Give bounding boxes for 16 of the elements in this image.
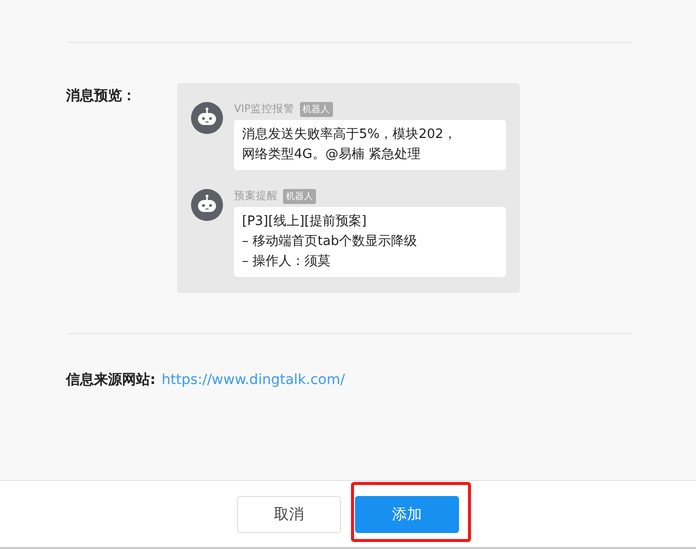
message-line: – 操作人：须莫	[242, 253, 331, 271]
add-button[interactable]: 添加	[355, 496, 459, 532]
field-label: 消息预览：	[66, 87, 137, 106]
robot-tag: 机器人	[300, 102, 333, 116]
cancel-button[interactable]: 取消	[237, 496, 341, 532]
message-line: 网络类型4G。@易楠 紧急处理	[242, 146, 420, 164]
sender-name: 预案提醒	[234, 189, 278, 203]
robot-avatar-icon	[191, 189, 223, 221]
message-line: – 移动端首页tab个数显示降级	[242, 233, 417, 251]
message-line: [P3][线上][提前预案]	[242, 213, 367, 231]
robot-avatar-icon	[191, 102, 223, 134]
field-label: 信息来源网站:	[66, 371, 156, 389]
sender-name: VIP监控报警	[234, 102, 295, 116]
message-line: 消息发送失败率高于5%，模块202，	[242, 126, 456, 144]
source-link[interactable]: https://www.dingtalk.com/	[162, 372, 345, 388]
robot-tag: 机器人	[283, 188, 316, 204]
